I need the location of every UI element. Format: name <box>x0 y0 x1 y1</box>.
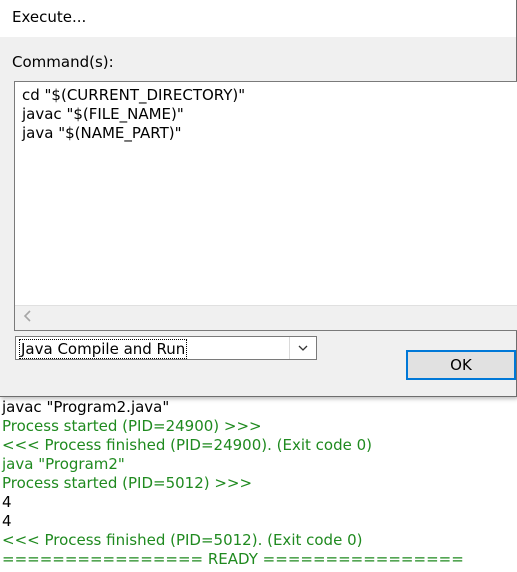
console-line: <<< Process finished (PID=5012). (Exit c… <box>2 531 363 549</box>
console-line: javac "Program2.java" <box>2 398 170 416</box>
dialog-titlebar[interactable]: Execute... <box>0 0 516 37</box>
chevron-down-icon[interactable] <box>289 337 316 359</box>
dialog-title: Execute... <box>12 8 87 26</box>
console-line: Process started (PID=24900) >>> <box>2 417 262 435</box>
console-output: ▬▬▬▬▬▬▬▬▬▬ javac "Program2.java" Process… <box>0 380 517 572</box>
execute-dialog: Execute... Command(s): cd "$(CURRENT_DIR… <box>0 0 517 397</box>
preset-selected-value: Java Compile and Run <box>19 339 188 359</box>
command-line: java "$(NAME_PART)" <box>22 124 182 142</box>
console-line: java "Program2" <box>2 455 125 473</box>
console-line: 4 <box>2 512 12 530</box>
command-line: cd "$(CURRENT_DIRECTORY)" <box>22 86 246 104</box>
console-line: 4 <box>2 493 12 511</box>
command-line: javac "$(FILE_NAME)" <box>22 105 184 123</box>
scroll-left-arrow-icon[interactable] <box>18 308 38 328</box>
commands-editor[interactable]: cd "$(CURRENT_DIRECTORY)" javac "$(FILE_… <box>14 81 517 331</box>
ok-button[interactable]: OK <box>406 350 516 380</box>
preset-select[interactable]: Java Compile and Run <box>15 336 317 360</box>
horizontal-scrollbar[interactable] <box>15 305 517 330</box>
console-line: ================ READY ================ <box>2 550 464 568</box>
console-line: <<< Process finished (PID=24900). (Exit … <box>2 436 373 454</box>
console-line: Process started (PID=5012) >>> <box>2 474 253 492</box>
commands-label: Command(s): <box>12 53 114 71</box>
